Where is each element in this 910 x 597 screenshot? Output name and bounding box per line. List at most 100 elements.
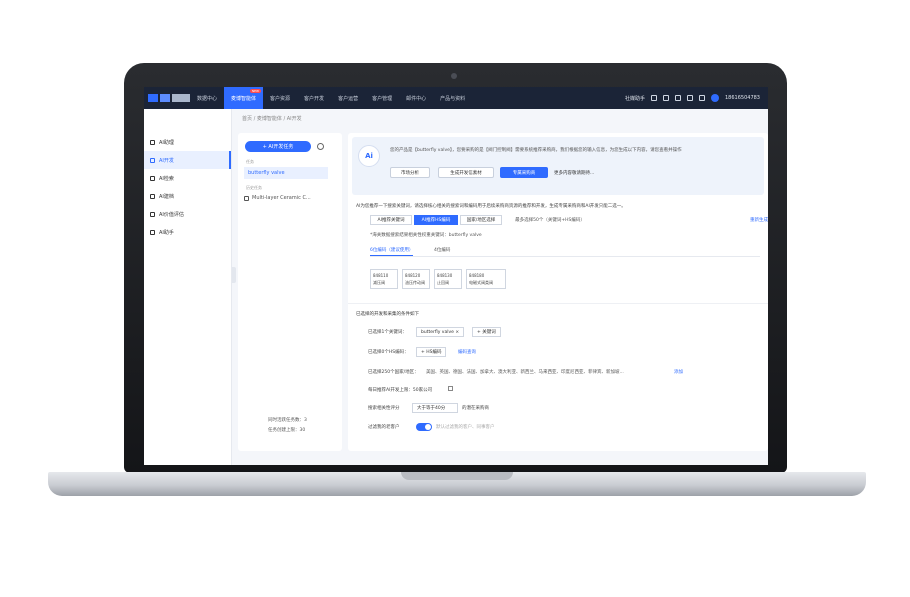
current-task-section-label: 任务 [246,159,254,164]
nav-item-customer-development[interactable]: 客户开发 [297,87,331,109]
chart-icon [150,211,155,217]
history-task-item[interactable]: Multi-layer Ceramic C... [244,195,311,201]
add-hs-code-button[interactable]: + HS编码 [416,347,447,357]
sidebar-item-label: AI助手 [159,229,174,236]
laptop-lid: 数据中心 麦博智能体 NEW 客户资源 客户开发 客户运营 客户管理 邮件中心 产… [124,63,787,473]
top-navigation: 数据中心 麦博智能体 NEW 客户资源 客户开发 客户运营 客户管理 邮件中心 产… [144,87,768,109]
recommend-description: AI为您推荐一下搜索关键词，请选择核心相关的搜索词和编码用于后续采购商资源的推荐… [356,204,626,209]
keyword-chip[interactable]: butterfly valve × [416,327,465,337]
hs-code: 848110 [373,273,389,278]
tab-ai-hs-codes[interactable]: AI推荐HS编码 [414,215,458,225]
subtab-divider [370,256,760,257]
filter-customers-toggle[interactable] [416,423,432,431]
gear-icon[interactable] [675,95,681,101]
hs-code: 848130 [437,273,453,278]
hs-code-card[interactable]: 848110 减压阀 [370,269,398,289]
nav-item-mail-center[interactable]: 邮件中心 [399,87,433,109]
selection-limit-note: 最多选择50个（关键词+HS编码） [504,215,596,225]
nav-item-data-center[interactable]: 数据中心 [190,87,224,109]
add-keyword-button[interactable]: + 关键词 [472,327,501,337]
eye-icon[interactable] [651,95,657,101]
edit-icon[interactable] [448,386,453,391]
ai-message-text: 您的产品是【butterfly valve】，您要采购的是【阀门控制阀】需要系统… [390,148,682,153]
new-task-button[interactable]: + AI开发任务 [245,141,311,152]
rocket-icon [150,157,155,163]
tab-4-digit-codes[interactable]: 4位编码 [434,247,450,253]
task-panel: + AI开发任务 任务 butterfly valve 历史任务 Multi-l… [238,133,342,451]
sidebar-item-ai-evaluation[interactable]: AI价值评估 [144,205,231,223]
tab-country-select[interactable]: 国家/地区选择 [460,215,502,225]
chat-icon [150,229,155,235]
hs-code-card[interactable]: 848120 油压传动阀 [402,269,430,289]
tab-6-digit-codes[interactable]: 6位编码（建议使用） [370,247,414,256]
more-coming-text: 更多内容敬请期待... [554,171,595,176]
nav-item-agent[interactable]: 麦博智能体 NEW [224,87,264,109]
nav-right-tools: 社媒助手 18616504783 [625,94,768,102]
breadcrumb: 首页 / 麦博智能体 / AI开发 [242,116,302,122]
history-icon [244,195,249,201]
exclusive-buyers-button[interactable]: 专属采购商 [500,167,548,178]
hs-code: 848180 [469,273,485,278]
sidebar-item-label: AI价值评估 [159,211,184,218]
hs-count-label: 已选择0个HS编码： [368,350,409,355]
sidebar-item-ai-helper[interactable]: AI助手 [144,223,231,241]
hs-name: 电磁式阀类阀 [469,280,493,285]
task-limit: 任务创建上限：30 [268,428,306,433]
robot-icon [150,139,155,145]
selected-conditions-title: 已选择的开发和采集的条件如下 [356,312,419,317]
hs-code-lookup-link[interactable]: 编码查询 [458,349,476,355]
sidebar-item-label: AI助理 [159,139,174,146]
score-label: 搜索相关性评分 [368,406,400,411]
app-screen: 数据中心 麦博智能体 NEW 客户资源 客户开发 客户运营 客户管理 邮件中心 产… [144,87,768,465]
generate-material-button[interactable]: 生成开发信素材 [438,167,494,178]
sidebar-item-ai-search[interactable]: AI检索 [144,169,231,187]
search-icon[interactable] [317,143,324,150]
filter-label: 过滤我的老客户 [368,425,400,430]
nav-item-customer-management[interactable]: 客户管理 [365,87,399,109]
new-badge: NEW [249,89,262,93]
regenerate-link[interactable]: 重新生成 [750,217,768,223]
history-section-label: 历史任务 [246,185,262,190]
sidebar-collapse-handle[interactable] [232,267,236,283]
hs-code-card[interactable]: 848130 止回阀 [434,269,462,289]
add-region-link[interactable]: 添加 [674,369,683,375]
sidebar-item-label: AI开发 [159,157,174,164]
user-phone[interactable]: 18616504783 [725,95,760,101]
sidebar-item-ai-development[interactable]: AI开发 [144,151,231,169]
camera-dot [451,73,457,79]
ai-message-card: Ai 您的产品是【butterfly valve】，您要采购的是【阀门控制阀】需… [352,137,764,195]
hs-code-card[interactable]: 848180 电磁式阀类阀 [466,269,506,289]
bell-icon[interactable] [699,95,705,101]
sidebar-item-label: AI建档 [159,193,174,200]
weight-keyword-line: *海关数据搜索结果相关性权重关键词：butterfly valve [370,233,482,238]
keyword-count-label: 已选择1个关键词： [368,330,407,335]
social-assistant-link[interactable]: 社媒助手 [625,95,645,102]
daily-limit-label: 每日推荐AI开发上限：50家公司 [368,388,433,393]
hs-name: 油压传动阀 [405,280,425,285]
sidebar-item-ai-assistant[interactable]: AI助理 [144,133,231,151]
search-icon [150,175,155,181]
hs-name: 止回阀 [437,280,449,285]
section-divider [348,303,768,304]
nav-item-label: 麦博智能体 [231,95,257,102]
ai-logo-icon: Ai [358,145,380,167]
help-icon[interactable] [687,95,693,101]
market-analysis-button[interactable]: 市场分析 [390,167,430,178]
sidebar-item-label: AI检索 [159,175,174,182]
tab-ai-keywords[interactable]: AI推荐关键词 [370,215,412,225]
grid-icon[interactable] [663,95,669,101]
nav-item-customer-operation[interactable]: 客户运营 [331,87,365,109]
score-select[interactable]: 大于等于40分 [412,403,458,413]
region-count-label: 已选择250个国家/地区： [368,370,419,375]
laptop-base [48,472,866,496]
score-suffix: 的潜在采购商 [462,406,489,411]
history-task-label: Multi-layer Ceramic C... [252,195,311,201]
hs-name: 减压阀 [373,280,385,285]
nav-item-customer-resources[interactable]: 客户资源 [263,87,297,109]
folder-icon [150,193,155,199]
current-task-item[interactable]: butterfly valve [244,167,328,179]
avatar[interactable] [711,94,719,102]
active-task-count: 同时活跃任务数：3 [268,418,307,423]
nav-item-products[interactable]: 产品与资料 [433,87,472,109]
sidebar-item-ai-profile[interactable]: AI建档 [144,187,231,205]
